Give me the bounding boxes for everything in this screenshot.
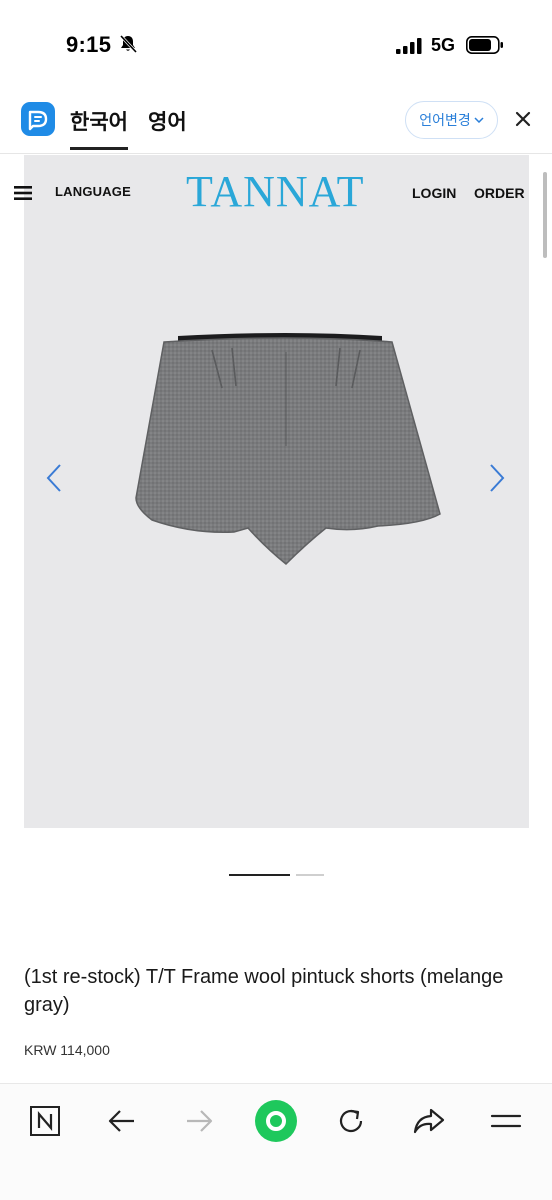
- carousel-next-icon[interactable]: [485, 462, 509, 494]
- product-title: (1st re-stock) T/T Frame wool pintuck sh…: [24, 966, 504, 1016]
- forward-icon[interactable]: [181, 1103, 217, 1139]
- browser-toolbar: [0, 1083, 552, 1200]
- green-dot-icon[interactable]: [254, 1099, 298, 1143]
- cellular-signal-icon: [396, 38, 422, 54]
- tab-target-language[interactable]: 영어: [148, 106, 187, 136]
- carousel-indicator-active[interactable]: [229, 874, 290, 876]
- translate-app-icon[interactable]: [21, 102, 55, 136]
- n-home-icon[interactable]: [27, 1103, 63, 1139]
- battery-icon: [466, 36, 503, 54]
- product-shorts-image: [135, 333, 441, 566]
- brand-logo[interactable]: TANNAT: [186, 166, 364, 217]
- back-icon[interactable]: [104, 1103, 140, 1139]
- change-language-button[interactable]: 언어변경: [405, 101, 498, 139]
- status-time: 9:15: [66, 32, 112, 57]
- status-bar: 9:15 5G: [0, 0, 552, 92]
- close-icon[interactable]: [512, 108, 534, 130]
- order-link[interactable]: ORDER: [474, 185, 525, 201]
- carousel-prev-icon[interactable]: [42, 462, 66, 494]
- login-link[interactable]: LOGIN: [412, 185, 456, 201]
- menu-icon[interactable]: [488, 1103, 524, 1139]
- carousel-indicator[interactable]: [296, 874, 324, 876]
- chevron-down-icon: [474, 117, 484, 123]
- product-price: KRW 114,000: [24, 1042, 110, 1058]
- network-type: 5G: [431, 35, 456, 55]
- reload-icon[interactable]: [333, 1103, 369, 1139]
- bell-muted-icon: [119, 34, 138, 54]
- change-language-label: 언어변경: [419, 112, 471, 128]
- tab-source-language[interactable]: 한국어: [70, 106, 128, 150]
- scrollbar[interactable]: [543, 172, 547, 258]
- hamburger-menu-icon[interactable]: [14, 186, 32, 200]
- share-icon[interactable]: [411, 1103, 447, 1139]
- translate-bar: 한국어 영어 언어변경: [0, 92, 552, 154]
- language-link[interactable]: LANGUAGE: [55, 184, 131, 199]
